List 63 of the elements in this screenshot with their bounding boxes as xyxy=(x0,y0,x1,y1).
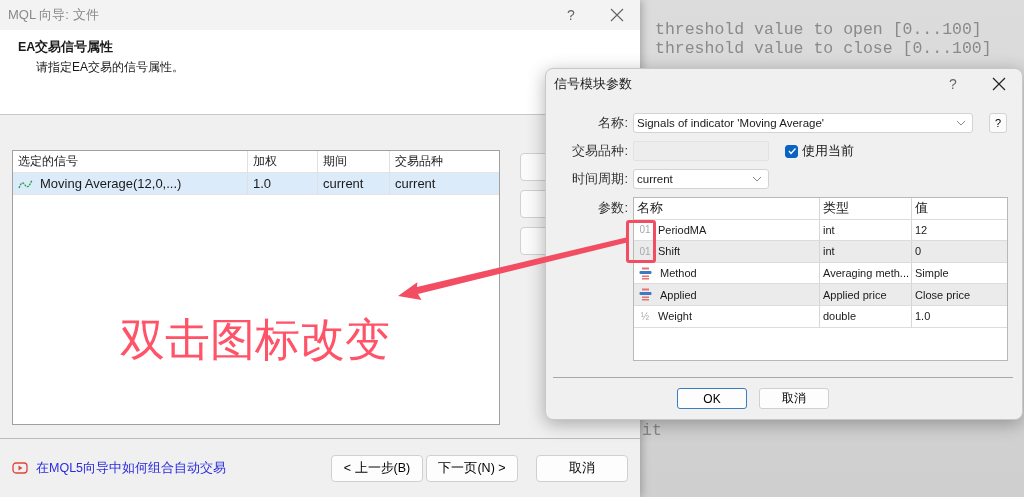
timeframe-dropdown[interactable]: current xyxy=(633,169,769,189)
code-line: threshold value to open [0...100] xyxy=(655,20,983,39)
page-heading: EA交易信号属性 xyxy=(18,39,115,56)
table-cell-text: 12 xyxy=(914,222,929,238)
column-header[interactable]: 加权 xyxy=(248,151,318,172)
name-dropdown[interactable]: Signals of indicator 'Moving Average' xyxy=(633,113,973,133)
help-button[interactable]: ? xyxy=(930,69,976,99)
column-header[interactable]: 选定的信号 xyxy=(13,151,248,172)
parameter-name-cell[interactable]: ½ Weight xyxy=(634,305,820,327)
column-header[interactable]: 类型 xyxy=(820,198,912,219)
table-cell-text: Simple xyxy=(914,266,950,282)
dialog-button[interactable]: 取消 xyxy=(759,388,829,409)
dialog-title: 信号模块参数 xyxy=(554,75,633,93)
parameter-name-cell[interactable]: 01 PeriodMA xyxy=(634,219,820,241)
use-current-checkbox[interactable]: 使用当前 xyxy=(785,142,854,160)
wizard-button[interactable]: 取消 xyxy=(536,454,628,482)
help-button[interactable]: ? xyxy=(548,0,594,30)
parameter-name-cell[interactable]: Method xyxy=(634,262,820,284)
parameter-name-cell[interactable]: 01 Shift xyxy=(634,241,820,262)
table-cell: Moving Average(12,0,...) xyxy=(13,173,248,194)
help-button[interactable]: ? xyxy=(989,113,1007,133)
field-label: 交易品种: xyxy=(571,142,628,160)
column-header[interactable]: 值 xyxy=(912,198,1007,219)
list-icon xyxy=(639,288,652,302)
table-cell-text: Close price xyxy=(914,287,972,303)
table-cell-text: 0 xyxy=(914,244,923,260)
chevron-icon xyxy=(752,176,762,182)
page-description: 请指定EA交易的信号属性。 xyxy=(35,59,185,76)
table-cell: int xyxy=(820,219,912,241)
code-line: it xyxy=(642,421,662,440)
column-header[interactable]: 期间 xyxy=(318,151,390,172)
help-link[interactable]: 在MQL5向导中如何组合自动交易 xyxy=(36,459,227,477)
dialog-button[interactable]: OK xyxy=(677,388,747,409)
wizard-button[interactable]: < 上一步(B) xyxy=(331,454,423,482)
type-glyph: ½ xyxy=(639,310,651,322)
table-cell: Applied price xyxy=(820,284,912,305)
signal-row[interactable]: Moving Average(12,0,...) 1.0 current current xyxy=(13,173,499,195)
table-cell: double xyxy=(820,305,912,327)
table-cell: Averaging meth... xyxy=(820,262,912,284)
chevron-icon xyxy=(956,120,966,126)
type-glyph: 01 xyxy=(638,224,652,236)
list-icon xyxy=(639,266,652,280)
table-cell: int xyxy=(820,241,912,262)
field-label: 时间周期: xyxy=(571,170,628,188)
close-icon xyxy=(992,77,1006,91)
table-cell-text: 1.0 xyxy=(914,309,932,325)
highlight-box xyxy=(626,220,656,263)
checkbox[interactable] xyxy=(785,144,798,158)
annotation-text: 双击图标改变 xyxy=(120,313,390,367)
table-cell-text: current xyxy=(394,175,437,193)
column-header[interactable]: 交易品种 xyxy=(390,151,499,172)
field-label: 参数: xyxy=(597,199,628,217)
type-glyph: 01 xyxy=(638,246,652,257)
window-title: MQL 向导: 文件 xyxy=(8,6,100,24)
parameter-name-cell[interactable]: Applied xyxy=(634,284,820,305)
code-line: threshold value to close [0...100] xyxy=(655,39,993,58)
video-icon xyxy=(12,462,28,474)
close-icon xyxy=(610,8,624,22)
table-cell: current xyxy=(318,173,390,194)
table-cell: 1.0 xyxy=(248,173,318,194)
field-label: 名称: xyxy=(597,114,628,132)
column-header[interactable]: 名称 xyxy=(634,198,820,219)
wizard-button[interactable]: 下一页(N) > xyxy=(426,454,518,482)
